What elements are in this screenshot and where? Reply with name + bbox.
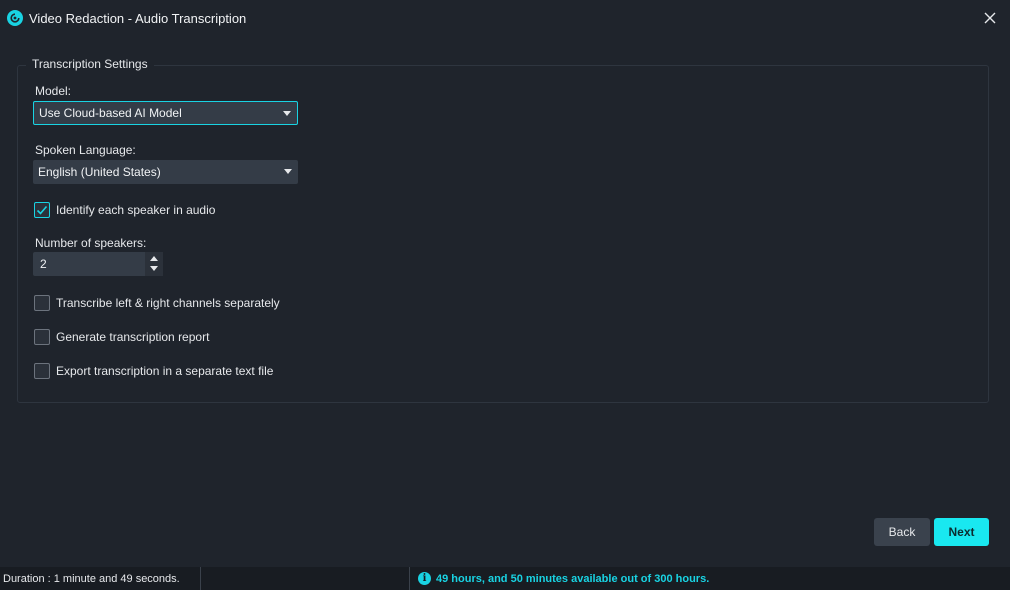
app-logo-icon bbox=[7, 10, 23, 26]
option-row-report: Generate transcription report bbox=[34, 329, 209, 345]
increment-arrow-icon[interactable] bbox=[150, 256, 158, 261]
num-speakers-stepper[interactable]: 2 bbox=[33, 252, 163, 276]
chevron-down-icon bbox=[283, 111, 291, 116]
checkmark-icon bbox=[36, 205, 48, 215]
stepper-buttons bbox=[145, 252, 163, 276]
identify-speakers-row: Identify each speaker in audio bbox=[34, 202, 215, 218]
identify-speakers-label: Identify each speaker in audio bbox=[56, 203, 216, 217]
option-row-export: Export transcription in a separate text … bbox=[34, 363, 273, 379]
available-hours-text: 49 hours, and 50 minutes available out o… bbox=[436, 573, 710, 585]
num-speakers-value[interactable]: 2 bbox=[40, 257, 47, 271]
group-title: Transcription Settings bbox=[26, 57, 154, 71]
window-title: Video Redaction - Audio Transcription bbox=[29, 11, 247, 26]
identify-speakers-checkbox[interactable] bbox=[34, 202, 50, 218]
num-speakers-label: Number of speakers: bbox=[35, 236, 147, 250]
language-select[interactable]: English (United States) bbox=[33, 160, 298, 184]
language-label: Spoken Language: bbox=[35, 143, 136, 157]
transcribe-channels-checkbox[interactable] bbox=[34, 295, 50, 311]
language-select-value: English (United States) bbox=[38, 165, 161, 179]
option-row-channels: Transcribe left & right channels separat… bbox=[34, 295, 280, 311]
back-button[interactable]: Back bbox=[874, 518, 930, 546]
model-select[interactable]: Use Cloud-based AI Model bbox=[33, 101, 298, 125]
next-button[interactable]: Next bbox=[934, 518, 989, 546]
status-divider bbox=[200, 567, 201, 590]
status-divider bbox=[409, 567, 410, 590]
chevron-down-icon bbox=[284, 169, 292, 174]
transcribe-channels-label: Transcribe left & right channels separat… bbox=[56, 296, 280, 310]
export-text-checkbox[interactable] bbox=[34, 363, 50, 379]
info-icon: i bbox=[418, 572, 431, 585]
duration-text: Duration : 1 minute and 49 seconds. bbox=[3, 573, 180, 585]
decrement-arrow-icon[interactable] bbox=[150, 266, 158, 271]
close-icon[interactable] bbox=[982, 10, 998, 26]
title-bar: Video Redaction - Audio Transcription bbox=[0, 0, 1010, 36]
generate-report-checkbox[interactable] bbox=[34, 329, 50, 345]
model-label: Model: bbox=[35, 84, 72, 98]
export-text-label: Export transcription in a separate text … bbox=[56, 364, 274, 378]
model-select-value: Use Cloud-based AI Model bbox=[39, 106, 182, 120]
generate-report-label: Generate transcription report bbox=[56, 330, 210, 344]
status-bar: Duration : 1 minute and 49 seconds. i 49… bbox=[0, 567, 1010, 590]
